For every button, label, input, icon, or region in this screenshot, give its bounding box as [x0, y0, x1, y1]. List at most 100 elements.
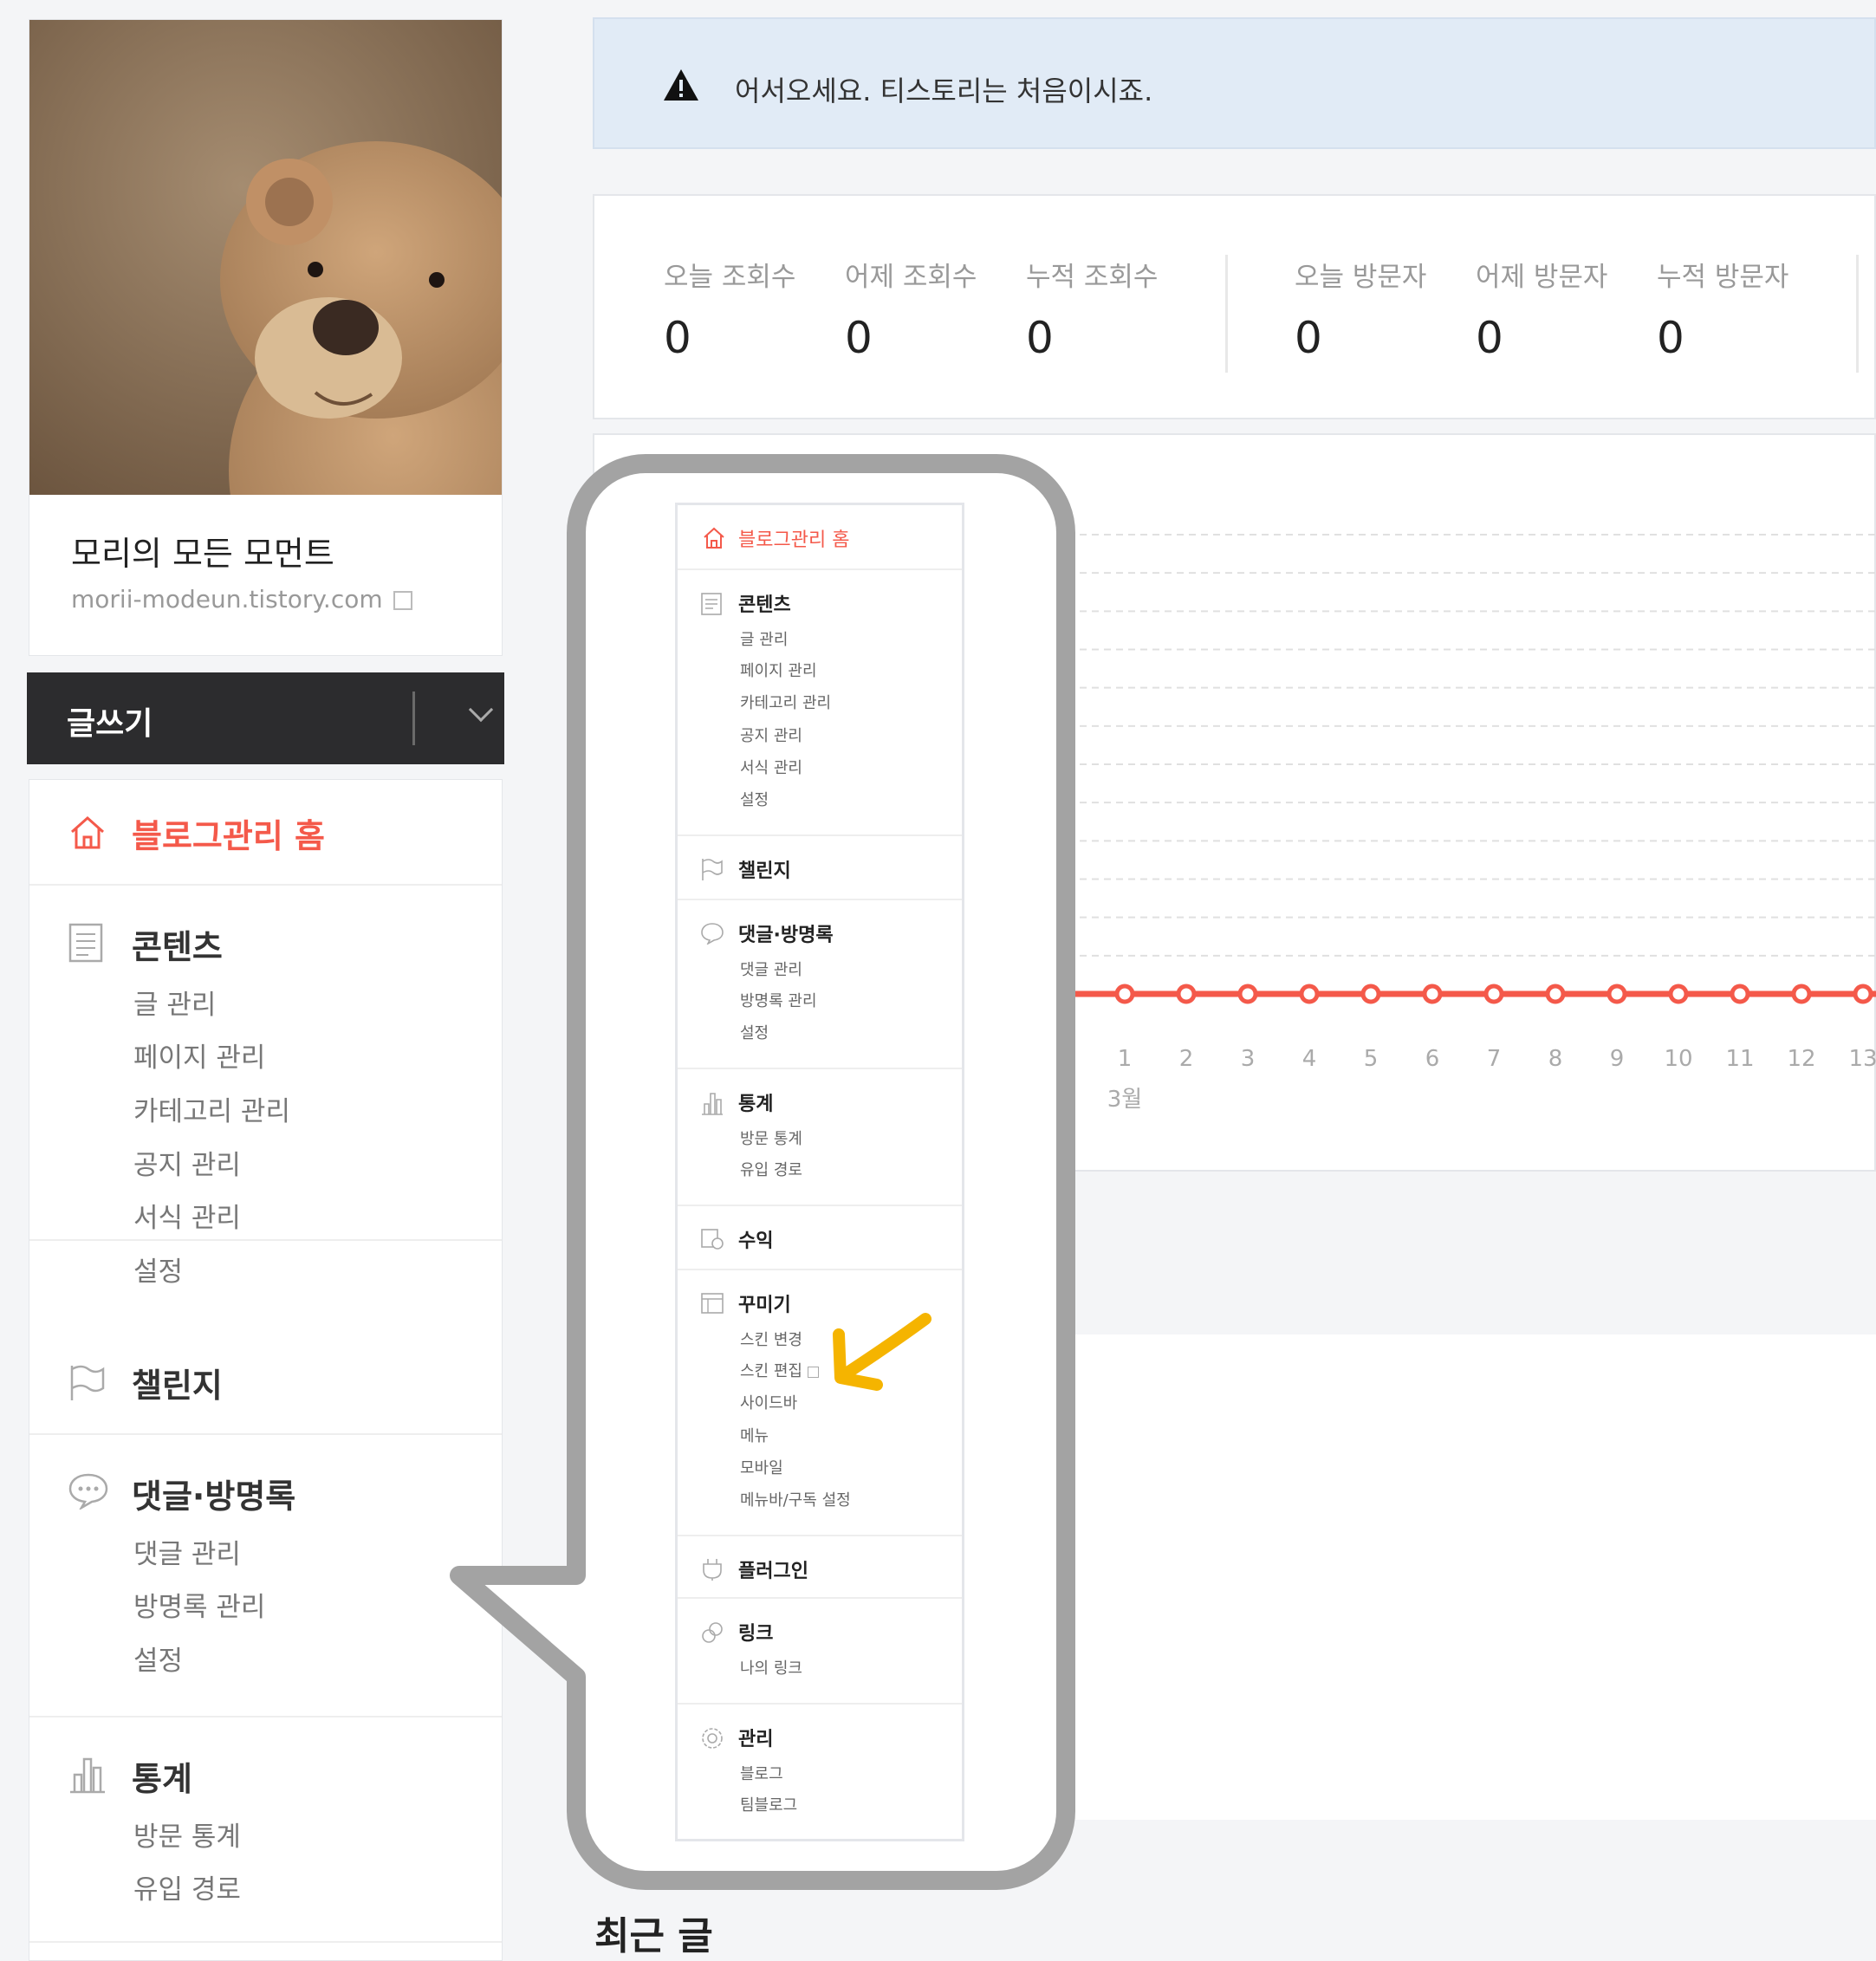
sidebar-item-home[interactable]: 블로그관리 홈	[29, 780, 502, 886]
popup-section-title[interactable]: 챌린지	[738, 855, 791, 883]
popup-item-referrers[interactable]: 유입 경로	[740, 1158, 802, 1180]
popup-item-template-manage[interactable]: 서식 관리	[740, 756, 802, 778]
popup-item-menu[interactable]: 메뉴	[740, 1424, 769, 1446]
popup-section-plugin[interactable]: 플러그인	[678, 1536, 962, 1599]
popup-section-title[interactable]: 콘텐츠	[738, 589, 791, 617]
write-button[interactable]: 글쓰기	[27, 672, 504, 764]
profile-card: 모리의 모든 모먼트 morii-modeun.tistory.com	[29, 19, 503, 656]
welcome-notice: 어서오세요. 티스토리는 처음이시죠.	[593, 17, 1876, 149]
sidebar-item-settings[interactable]: 설정	[133, 1250, 183, 1289]
sidebar-item-comment-settings[interactable]: 설정	[133, 1639, 183, 1678]
document-icon	[701, 593, 722, 615]
sidebar-section-contents: 콘텐츠 글 관리 페이지 관리 카테고리 관리 공지 관리 서식 관리 설정	[29, 886, 502, 1288]
popup-item-settings[interactable]: 설정	[740, 788, 769, 810]
popup-section-stats: 통계 방문 통계 유입 경로	[678, 1069, 962, 1206]
x-tick-label: 11	[1725, 1046, 1754, 1072]
blog-url[interactable]: morii-modeun.tistory.com	[71, 585, 412, 614]
popup-item-home[interactable]: 블로그관리 홈	[678, 505, 962, 570]
sidebar-item-notice-manage[interactable]: 공지 관리	[133, 1143, 241, 1182]
revenue-icon	[701, 1229, 724, 1250]
link-icon	[702, 1622, 723, 1643]
popup-home-label[interactable]: 블로그관리 홈	[738, 524, 849, 552]
bar-chart-icon	[702, 1093, 723, 1115]
sidebar-nav: 블로그관리 홈 콘텐츠 글 관리 페이지 관리 카테고리 관리 공지 관리 서식…	[29, 779, 503, 1961]
popup-item-skin-edit[interactable]: 스킨 편집	[740, 1359, 819, 1381]
external-link-icon[interactable]	[393, 591, 412, 610]
popup-item-skin-edit-label[interactable]: 스킨 편집	[740, 1362, 802, 1380]
x-tick-label: 1	[1118, 1046, 1133, 1072]
stat-today-views: 오늘 조회수 0	[664, 255, 795, 363]
popup-item-sidebar[interactable]: 사이드바	[740, 1391, 797, 1413]
blog-url-text[interactable]: morii-modeun.tistory.com	[71, 585, 383, 614]
external-link-icon[interactable]	[807, 1366, 819, 1378]
speech-bubble-icon	[701, 923, 724, 945]
popup-item-team-blog[interactable]: 팀블로그	[740, 1793, 797, 1815]
stats-divider	[1225, 255, 1228, 373]
popup-item-skin-change[interactable]: 스킨 변경	[740, 1328, 802, 1350]
data-point	[1668, 984, 1689, 1004]
popup-section-title[interactable]: 꾸미기	[738, 1289, 791, 1317]
popup-section-challenge[interactable]: 챌린지	[678, 836, 962, 900]
popup-section-title[interactable]: 링크	[738, 1618, 773, 1646]
x-tick-label: 9	[1610, 1046, 1625, 1072]
popup-item-menubar-subscribe[interactable]: 메뉴바/구독 설정	[740, 1488, 851, 1510]
sidebar-section-title[interactable]: 통계	[132, 1752, 192, 1800]
popup-section-title[interactable]: 관리	[738, 1724, 773, 1751]
stat-total-views: 누적 조회수 0	[1026, 255, 1158, 363]
sidebar-item-comment-manage[interactable]: 댓글 관리	[133, 1532, 241, 1571]
write-button-divider	[412, 692, 415, 745]
popup-item-blog[interactable]: 블로그	[740, 1762, 783, 1784]
profile-image[interactable]	[29, 20, 502, 495]
sidebar-section-title[interactable]: 댓글·방명록	[132, 1470, 295, 1517]
sidebar-section-title[interactable]: 챌린지	[132, 1359, 223, 1406]
stat-label: 누적 방문자	[1657, 262, 1789, 293]
sidebar-item-guestbook-manage[interactable]: 방명록 관리	[133, 1585, 265, 1624]
popup-item-category-manage[interactable]: 카테고리 관리	[740, 691, 831, 713]
data-point	[1730, 984, 1750, 1004]
stat-value: 0	[664, 313, 691, 363]
data-point	[1299, 984, 1320, 1004]
data-point	[1545, 984, 1566, 1004]
popup-section-contents: 콘텐츠 글 관리 페이지 관리 카테고리 관리 공지 관리 서식 관리 설정	[678, 570, 962, 836]
popup-item-mobile[interactable]: 모바일	[740, 1456, 783, 1478]
sidebar-item-referrers[interactable]: 유입 경로	[133, 1867, 241, 1906]
sidebar-item-category-manage[interactable]: 카테고리 관리	[133, 1089, 290, 1128]
sidebar-item-template-manage[interactable]: 서식 관리	[133, 1196, 241, 1235]
stat-label: 오늘 조회수	[664, 262, 796, 293]
sidebar-section-challenge[interactable]: 챌린지	[29, 1328, 502, 1435]
blog-title[interactable]: 모리의 모든 모먼트	[71, 527, 334, 575]
popup-section-title[interactable]: 댓글·방명록	[738, 919, 834, 947]
home-icon	[71, 815, 104, 849]
popup-item-page-manage[interactable]: 페이지 관리	[740, 659, 817, 681]
stat-value: 0	[1476, 313, 1503, 363]
recent-posts-title: 최근 글	[594, 1914, 713, 1958]
flag-icon	[70, 1365, 105, 1400]
popup-item-visit-stats[interactable]: 방문 통계	[740, 1127, 802, 1149]
sidebar-home-label[interactable]: 블로그관리 홈	[132, 809, 325, 857]
popup-section-revenue[interactable]: 수익	[678, 1206, 962, 1270]
stat-today-visitors: 오늘 방문자 0	[1295, 255, 1426, 363]
popup-item-notice-manage[interactable]: 공지 관리	[740, 724, 802, 746]
data-point	[1360, 984, 1381, 1004]
data-point	[1176, 984, 1197, 1004]
popup-menu: 블로그관리 홈 콘텐츠 글 관리 페이지 관리 카테고리 관리 공지 관리 서식…	[675, 503, 964, 1841]
popup-section-title[interactable]: 플러그인	[738, 1555, 808, 1583]
popup-item-my-links[interactable]: 나의 링크	[740, 1656, 802, 1679]
popup-section-title[interactable]: 수익	[738, 1225, 773, 1253]
sidebar-item-post-manage[interactable]: 글 관리	[133, 983, 216, 1022]
data-point	[1853, 984, 1873, 1004]
chevron-down-icon[interactable]	[468, 697, 494, 723]
bar-chart-icon	[70, 1757, 105, 1794]
popup-section-admin: 관리 블로그 팀블로그	[678, 1705, 962, 1841]
popup-section-title[interactable]: 통계	[738, 1088, 773, 1116]
popup-item-comment-settings[interactable]: 설정	[740, 1021, 769, 1043]
write-button-label[interactable]: 글쓰기	[67, 698, 153, 743]
sidebar-item-page-manage[interactable]: 페이지 관리	[133, 1036, 265, 1075]
popup-item-post-manage[interactable]: 글 관리	[740, 627, 788, 650]
popup-item-comment-manage[interactable]: 댓글 관리	[740, 958, 802, 980]
sidebar-section-title[interactable]: 콘텐츠	[132, 920, 223, 968]
x-tick-label: 12	[1787, 1046, 1815, 1072]
notice-text: 어서오세요. 티스토리는 처음이시죠.	[735, 75, 1153, 107]
sidebar-item-visit-stats[interactable]: 방문 통계	[133, 1815, 241, 1854]
popup-item-guestbook-manage[interactable]: 방명록 관리	[740, 989, 817, 1011]
